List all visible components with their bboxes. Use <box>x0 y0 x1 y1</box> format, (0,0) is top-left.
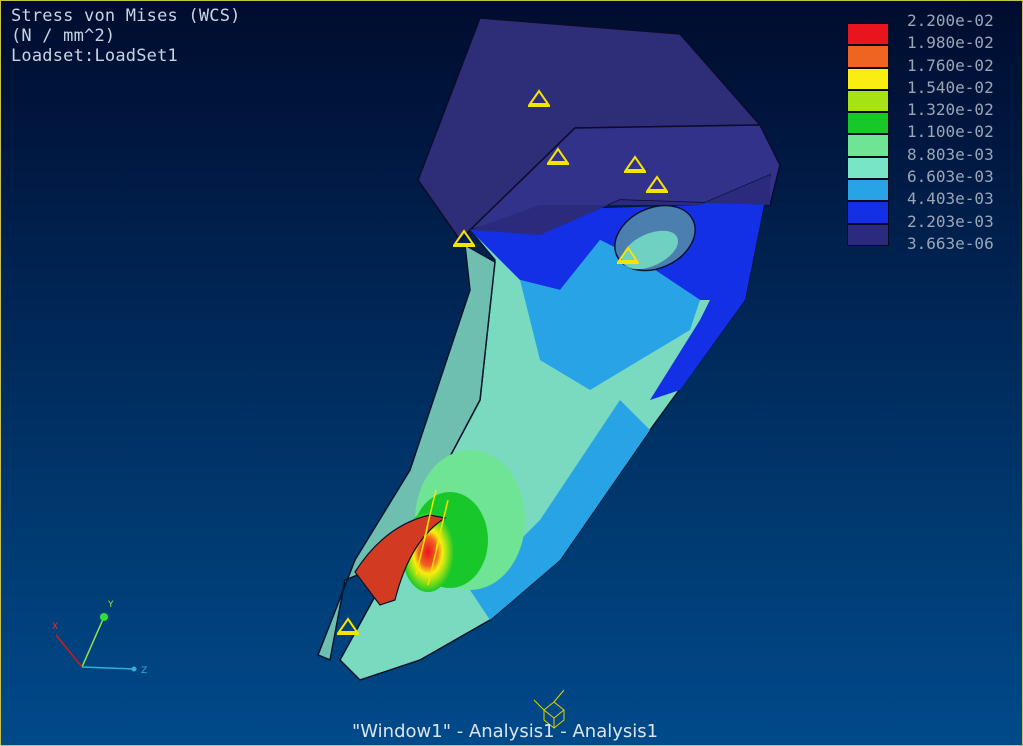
legend-value: 6.603e-03 <box>907 167 994 187</box>
legend-swatch <box>847 23 889 46</box>
legend-value: 2.203e-03 <box>907 211 994 231</box>
legend-value: 8.803e-03 <box>907 144 994 164</box>
legend-swatch <box>847 179 889 202</box>
x-axis-line <box>55 634 83 668</box>
legend-value: 2.200e-02 <box>907 11 994 30</box>
legend-value: 1.100e-02 <box>907 122 994 142</box>
legend-swatch <box>847 156 889 180</box>
legend-min-value: 3.663e-06 <box>907 233 994 253</box>
legend-value: 1.320e-02 <box>907 100 994 120</box>
coordinate-triad: Y X Z <box>52 600 147 676</box>
legend-value: 1.980e-02 <box>907 33 994 53</box>
window-status-caption: "Window1" - Analysis1 - Analysis1 <box>352 721 659 742</box>
z-axis-label: Z <box>141 666 147 676</box>
legend-swatch <box>847 134 889 157</box>
x-axis-label: X <box>52 622 58 632</box>
legend-swatch <box>847 112 889 135</box>
legend-value: 4.403e-03 <box>907 189 994 209</box>
legend-swatch <box>847 223 889 246</box>
legend-swatch <box>847 89 889 113</box>
legend-value: 1.760e-02 <box>907 55 994 75</box>
constraint-icon <box>337 617 359 635</box>
z-axis-marker <box>131 666 137 672</box>
z-axis-line <box>81 666 135 670</box>
y-axis-label: Y <box>107 600 114 610</box>
legend-swatch <box>847 201 889 224</box>
y-axis-marker <box>100 613 108 621</box>
legend-swatch <box>847 45 889 68</box>
legend-swatch <box>847 67 889 90</box>
y-axis-line <box>81 616 105 668</box>
legend-value: 1.540e-02 <box>907 77 994 97</box>
